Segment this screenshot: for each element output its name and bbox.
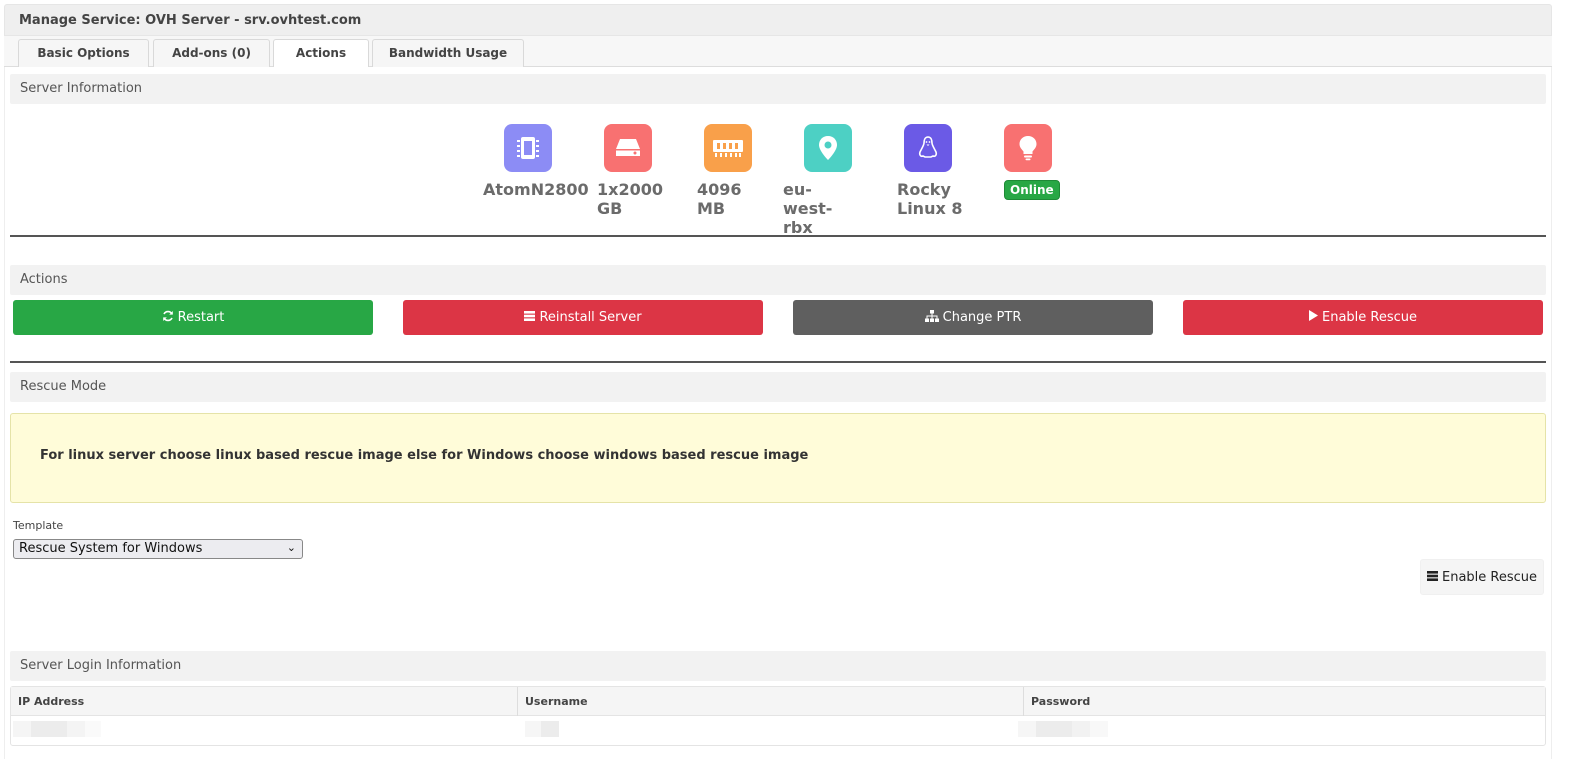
hard-drive-icon: [604, 124, 652, 172]
tab-actions[interactable]: Actions: [273, 39, 369, 68]
tab-add-ons[interactable]: Add-ons (0): [153, 39, 270, 67]
enable-rescue-button[interactable]: Enable Rescue: [1183, 300, 1543, 335]
enable-rescue-submit-label: Enable Rescue: [1441, 569, 1538, 585]
page-title: Manage Service: OVH Server - srv.ovhtest…: [4, 4, 1552, 36]
status-badge: Online: [1004, 180, 1060, 200]
sitemap-icon: [924, 309, 939, 326]
reinstall-label: Reinstall Server: [539, 310, 642, 325]
os-info: Rocky Linux 8: [897, 124, 962, 218]
status-info: Online: [1004, 124, 1060, 200]
storage-value: 1x2000 GB: [597, 180, 663, 218]
os-value: Rocky Linux 8: [897, 180, 963, 218]
restart-button[interactable]: Restart: [13, 300, 373, 335]
reinstall-server-button[interactable]: Reinstall Server: [403, 300, 763, 335]
location-info: eu- west- rbx: [783, 124, 852, 237]
tab-bar: Basic Options Add-ons (0) Actions Bandwi…: [4, 36, 1552, 68]
chevron-down-icon: ⌄: [286, 541, 296, 554]
linux-icon: [904, 124, 952, 172]
server-information-heading: Server Information: [10, 74, 1546, 104]
username-value-redacted: [525, 721, 559, 737]
change-ptr-label: Change PTR: [942, 310, 1022, 325]
memory-icon: [704, 124, 752, 172]
divider: [10, 235, 1546, 237]
memory-value: 4096 MB: [697, 180, 742, 218]
column-header-username: Username: [525, 695, 588, 708]
change-ptr-button[interactable]: Change PTR: [793, 300, 1153, 335]
restart-label: Restart: [177, 310, 225, 325]
tab-basic-options[interactable]: Basic Options: [18, 39, 149, 67]
server-icon: [524, 310, 536, 325]
column-header-ip-address: IP Address: [18, 695, 85, 708]
enable-rescue-submit-button[interactable]: Enable Rescue: [1420, 559, 1544, 595]
enable-rescue-label: Enable Rescue: [1321, 310, 1418, 325]
divider: [10, 361, 1546, 363]
refresh-icon: [162, 310, 174, 326]
tab-content: Server Information AtomN2800 1x2000 GB 4…: [4, 67, 1552, 759]
column-header-password: Password: [1031, 695, 1091, 708]
rescue-mode-heading: Rescue Mode: [10, 372, 1546, 402]
tab-bandwidth-usage[interactable]: Bandwidth Usage: [372, 39, 524, 67]
server-login-heading: Server Login Information: [10, 651, 1546, 681]
server-icon: [1426, 570, 1438, 585]
template-select[interactable]: Rescue System for Windows ⌄: [13, 539, 303, 559]
memory-info: 4096 MB: [697, 124, 752, 218]
actions-heading: Actions: [10, 265, 1546, 295]
storage-info: 1x2000 GB: [597, 124, 663, 218]
template-selected-value: Rescue System for Windows: [19, 541, 203, 556]
cpu-value: AtomN2800: [483, 180, 589, 199]
location-value: eu- west- rbx: [783, 180, 833, 237]
rescue-notice: For linux server choose linux based resc…: [10, 413, 1546, 503]
cpu-info: AtomN2800: [483, 124, 589, 199]
template-label: Template: [13, 519, 64, 532]
manage-service-panel: Manage Service: OVH Server - srv.ovhtest…: [0, 0, 1569, 759]
login-table: IP Address Username Password: [10, 686, 1546, 746]
login-table-header: IP Address Username Password: [11, 687, 1545, 716]
password-value-redacted: [1018, 721, 1108, 737]
play-icon: [1308, 310, 1318, 325]
lightbulb-icon: [1004, 124, 1052, 172]
map-pin-icon: [804, 124, 852, 172]
cpu-icon: [504, 124, 552, 172]
ip-address-value-redacted: [13, 721, 101, 737]
